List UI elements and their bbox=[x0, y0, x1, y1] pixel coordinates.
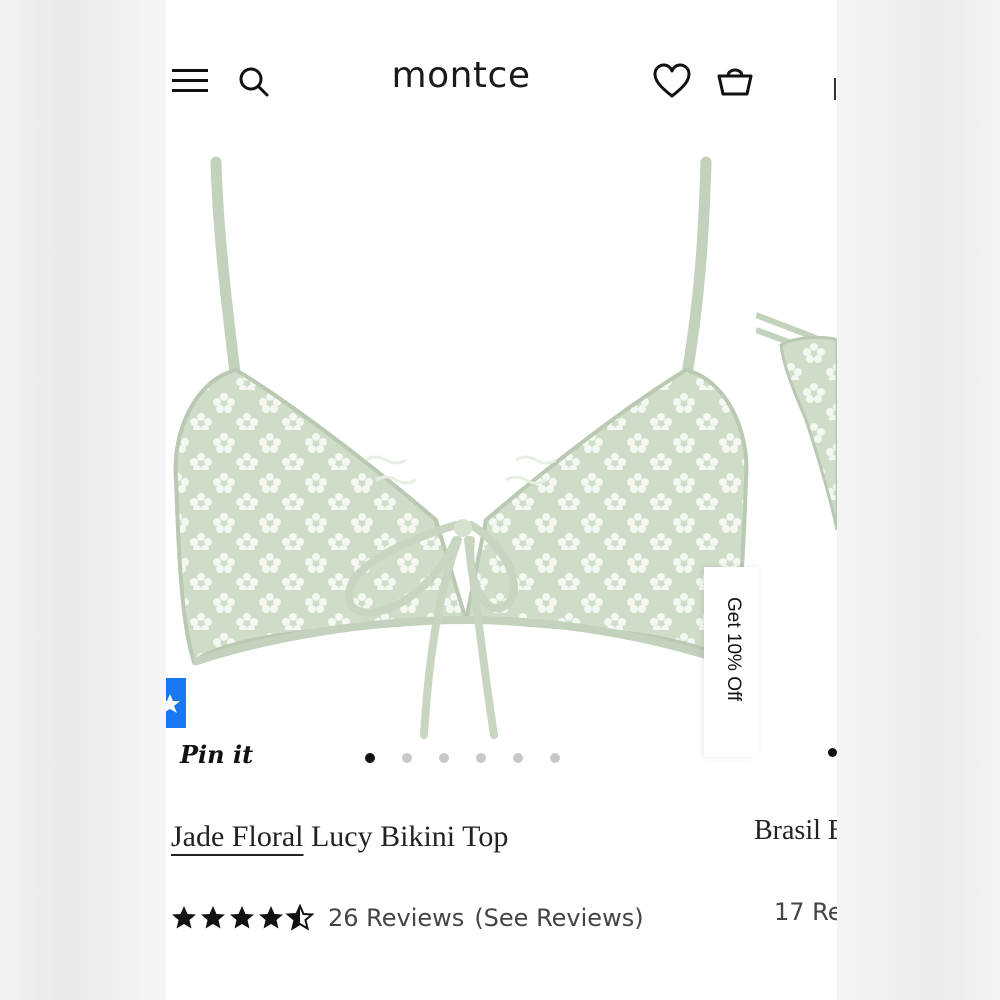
carousel-dot[interactable] bbox=[513, 753, 523, 763]
half-star-icon bbox=[287, 905, 313, 930]
pin-it-button[interactable]: Pin it bbox=[180, 740, 253, 769]
reviews-count: 26 Reviews bbox=[328, 904, 465, 932]
carousel-dot[interactable] bbox=[439, 753, 449, 763]
star-icon bbox=[201, 906, 225, 929]
product-color-link[interactable]: Jade Floral bbox=[171, 820, 303, 853]
blurred-background-left bbox=[0, 0, 166, 1000]
share-button[interactable] bbox=[166, 678, 186, 728]
carousel-dot[interactable] bbox=[476, 753, 486, 763]
mobile-screen: montce Get 10% Off Pin it Jade Floral Lu… bbox=[166, 0, 837, 1000]
carousel-dot[interactable] bbox=[550, 753, 560, 763]
star-icon bbox=[172, 906, 196, 929]
next-carousel-dot bbox=[828, 748, 837, 757]
product-title[interactable]: Jade Floral Lucy Bikini Top bbox=[171, 820, 508, 854]
star-icon bbox=[230, 906, 254, 929]
heart-icon[interactable] bbox=[653, 63, 691, 103]
header-edge-divider bbox=[834, 78, 836, 100]
carousel-dot[interactable] bbox=[365, 753, 375, 763]
next-product-image[interactable] bbox=[754, 300, 837, 550]
share-star-icon bbox=[166, 694, 180, 713]
next-product-reviews: 17 Re bbox=[774, 898, 837, 926]
next-product-title[interactable]: Brasil Bi bbox=[754, 815, 837, 847]
rating-stars bbox=[170, 904, 318, 932]
see-reviews-link[interactable]: (See Reviews) bbox=[474, 904, 643, 932]
star-icon bbox=[259, 906, 283, 929]
carousel-dots bbox=[365, 752, 560, 764]
basket-icon[interactable] bbox=[716, 62, 754, 102]
reviews-summary: 26 Reviews (See Reviews) bbox=[328, 904, 644, 932]
promo-label[interactable]: Get 10% Off bbox=[722, 597, 744, 701]
product-title-rest: Lucy Bikini Top bbox=[303, 820, 509, 853]
carousel-dot[interactable] bbox=[402, 753, 412, 763]
product-image[interactable] bbox=[166, 150, 756, 750]
blurred-background-right bbox=[837, 0, 1000, 1000]
